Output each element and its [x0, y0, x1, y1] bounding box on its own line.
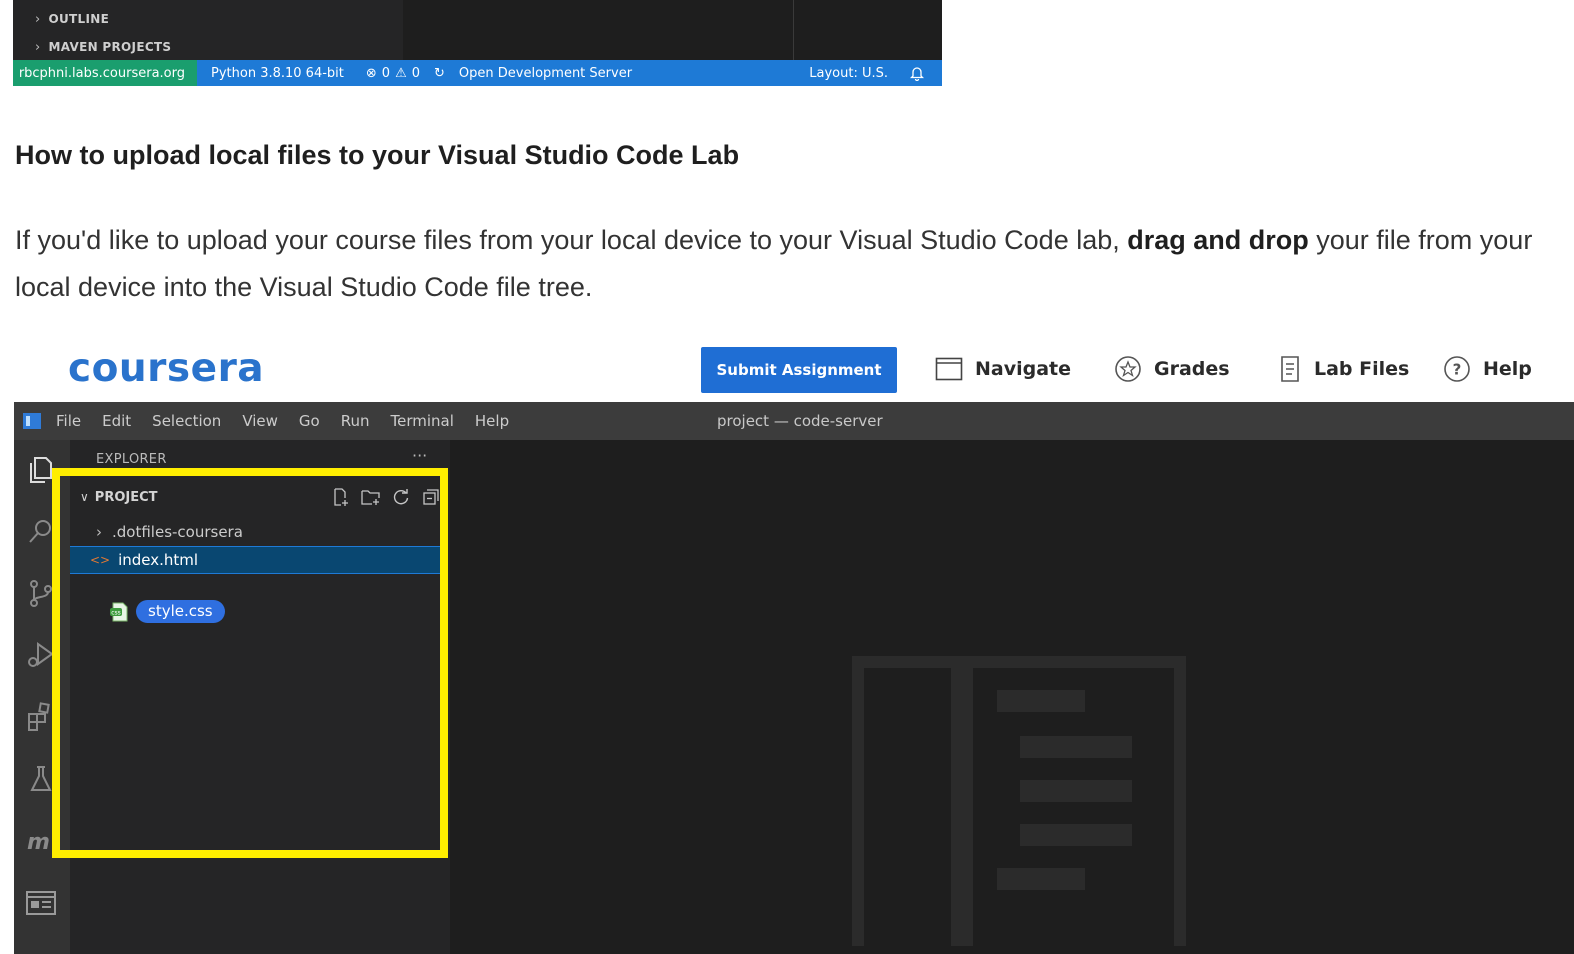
section-heading: How to upload local files to your Visual…: [15, 140, 740, 170]
help-label: Help: [1483, 358, 1532, 380]
grades-button[interactable]: Grades: [1114, 352, 1230, 386]
panel-layout-icon[interactable]: [24, 886, 58, 920]
menu-file[interactable]: File: [56, 412, 81, 430]
svg-text:m: m: [27, 830, 50, 855]
menu-view[interactable]: View: [242, 412, 278, 430]
chevron-right-icon: ›: [35, 11, 41, 27]
sync-button[interactable]: ↻: [434, 66, 445, 81]
menu-selection[interactable]: Selection: [152, 412, 221, 430]
vscode-screenshot-bottom: coursera Submit Assignment Navigate Grad…: [14, 334, 1574, 954]
question-circle-icon: ?: [1444, 356, 1470, 382]
window-title: project — code-server: [717, 412, 883, 430]
star-badge-icon: [1115, 356, 1141, 382]
python-interpreter[interactable]: Python 3.8.10 64-bit: [211, 66, 344, 81]
svg-text:?: ?: [1453, 361, 1462, 379]
para-text-1: If you'd like to upload your course file…: [15, 225, 1128, 255]
dev-server-label: Open Development Server: [458, 65, 633, 81]
outline-section[interactable]: › OUTLINE: [35, 6, 109, 32]
menu-run[interactable]: Run: [341, 412, 370, 430]
menu-bar: File Edit Selection View Go Run Terminal…: [14, 402, 1574, 440]
vscode-screenshot-top: › OUTLINE › MAVEN PROJECTS rbcphni.labs.…: [13, 0, 942, 86]
menu-go[interactable]: Go: [299, 412, 320, 430]
document-icon: [1281, 356, 1299, 382]
layout-label: Layout: U.S.: [809, 65, 888, 81]
dev-server-button[interactable]: Open Development Server: [459, 66, 632, 81]
submit-assignment-button[interactable]: Submit Assignment: [701, 347, 897, 393]
menu-terminal[interactable]: Terminal: [391, 412, 454, 430]
outline-label: OUTLINE: [48, 12, 110, 26]
help-button[interactable]: ? Help: [1443, 352, 1532, 386]
lab-files-label: Lab Files: [1314, 358, 1410, 380]
maven-projects-label: MAVEN PROJECTS: [48, 40, 172, 54]
sync-icon: ↻: [434, 65, 445, 81]
warning-count: 0: [411, 65, 420, 81]
window-icon: [935, 357, 963, 381]
grades-label: Grades: [1154, 358, 1230, 380]
navigate-button[interactable]: Navigate: [935, 352, 1071, 386]
notifications-button[interactable]: [910, 66, 924, 81]
instructions-paragraph: If you'd like to upload your course file…: [15, 217, 1565, 311]
coursera-header: coursera Submit Assignment Navigate Grad…: [14, 334, 1574, 402]
editor-divider: [793, 0, 794, 60]
menu-edit[interactable]: Edit: [102, 412, 131, 430]
chevron-right-icon: ›: [35, 39, 41, 55]
coursera-logo[interactable]: coursera: [68, 346, 264, 391]
para-bold: drag and drop: [1127, 225, 1309, 255]
bell-icon: [910, 66, 924, 81]
error-count: 0: [381, 65, 391, 81]
remote-host-label: rbcphni.labs.coursera.org: [18, 65, 185, 81]
problems-indicator[interactable]: ⊗ 0 ⚠ 0: [366, 66, 420, 81]
explorer-title: EXPLORER: [96, 452, 167, 467]
drop-zone-highlight: [52, 468, 448, 858]
status-bar: rbcphni.labs.coursera.org Python 3.8.10 …: [13, 60, 942, 86]
navigate-label: Navigate: [975, 358, 1072, 380]
vscode-watermark-icon: [852, 656, 1186, 946]
vscode-window: File Edit Selection View Go Run Terminal…: [14, 402, 1574, 954]
more-actions-button[interactable]: ···: [412, 446, 427, 465]
menu-help[interactable]: Help: [475, 412, 509, 430]
vscode-logo-icon[interactable]: [22, 412, 42, 430]
python-label: Python 3.8.10 64-bit: [211, 65, 344, 81]
side-panel: › OUTLINE › MAVEN PROJECTS: [13, 0, 403, 60]
keyboard-layout[interactable]: Layout: U.S.: [809, 66, 888, 81]
lab-files-button[interactable]: Lab Files: [1278, 352, 1409, 386]
maven-projects-section[interactable]: › MAVEN PROJECTS: [35, 34, 171, 60]
error-icon: ⊗: [365, 65, 377, 81]
remote-host[interactable]: rbcphni.labs.coursera.org: [13, 60, 197, 86]
warning-icon: ⚠: [395, 65, 407, 81]
